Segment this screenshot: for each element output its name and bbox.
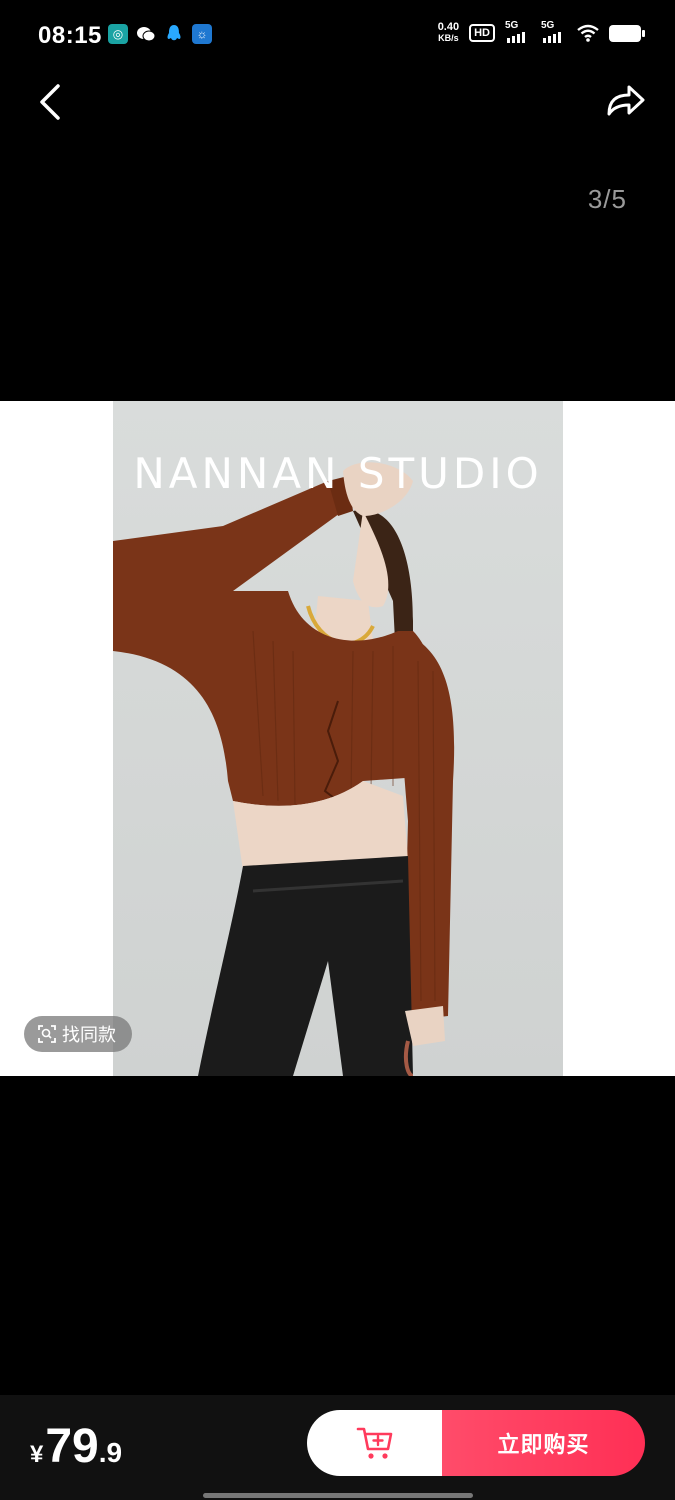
purchase-bar: ¥ 79 .9 立即购买: [0, 1395, 675, 1500]
qq-icon: [164, 24, 184, 44]
scan-icon: [38, 1025, 56, 1043]
find-similar-label: 找同款: [62, 1025, 116, 1045]
wechat-icon: [136, 24, 156, 44]
app-store-icon: ☼: [192, 24, 212, 44]
wifi-icon: [577, 24, 599, 42]
network-speed-unit: KB/s: [438, 33, 459, 43]
signal-label: 5G: [505, 20, 519, 31]
chevron-left-icon: [40, 84, 60, 120]
find-similar-button[interactable]: 找同款: [24, 1016, 132, 1052]
battery-icon: [609, 24, 645, 42]
share-arrow-icon: [607, 85, 645, 116]
price-decimal: .9: [98, 1437, 123, 1468]
signal-icon: 5G: [505, 20, 531, 43]
brand-watermark: NANNAN STUDIO: [133, 449, 543, 498]
hd-badge: HD: [469, 24, 495, 42]
buy-now-button[interactable]: 立即购买: [442, 1410, 645, 1476]
network-speed: 0.40 KB/s: [438, 22, 459, 44]
back-button[interactable]: [30, 80, 74, 124]
signal-icon: 5G: [541, 20, 567, 43]
signal-label: 5G: [541, 20, 555, 31]
status-indicators: 0.40 KB/s HD 5G 5G: [438, 20, 645, 44]
product-photo: NANNAN STUDIO: [113, 401, 563, 1076]
product-image-area[interactable]: NANNAN STUDIO 找同款: [0, 401, 675, 1076]
model-illustration: [113, 462, 455, 1076]
status-app-icons: ◎ ☼: [108, 24, 212, 44]
add-to-cart-button[interactable]: [307, 1410, 442, 1476]
product-price: ¥ 79 .9: [30, 1419, 122, 1474]
image-counter: 3/5: [587, 184, 627, 214]
network-speed-value: 0.40: [437, 21, 460, 33]
add-to-cart-icon: [356, 1427, 392, 1459]
app-notification-icon: ◎: [108, 24, 128, 44]
price-integer: 79: [45, 1420, 99, 1473]
status-time: 08:15: [38, 22, 102, 49]
price-currency: ¥: [30, 1441, 44, 1468]
action-buttons: 立即购买: [307, 1410, 645, 1476]
share-button[interactable]: [603, 80, 649, 124]
status-bar: 08:15 ◎ ☼ 0.40 KB/s HD 5G 5G: [0, 0, 675, 70]
home-indicator[interactable]: [203, 1493, 473, 1498]
